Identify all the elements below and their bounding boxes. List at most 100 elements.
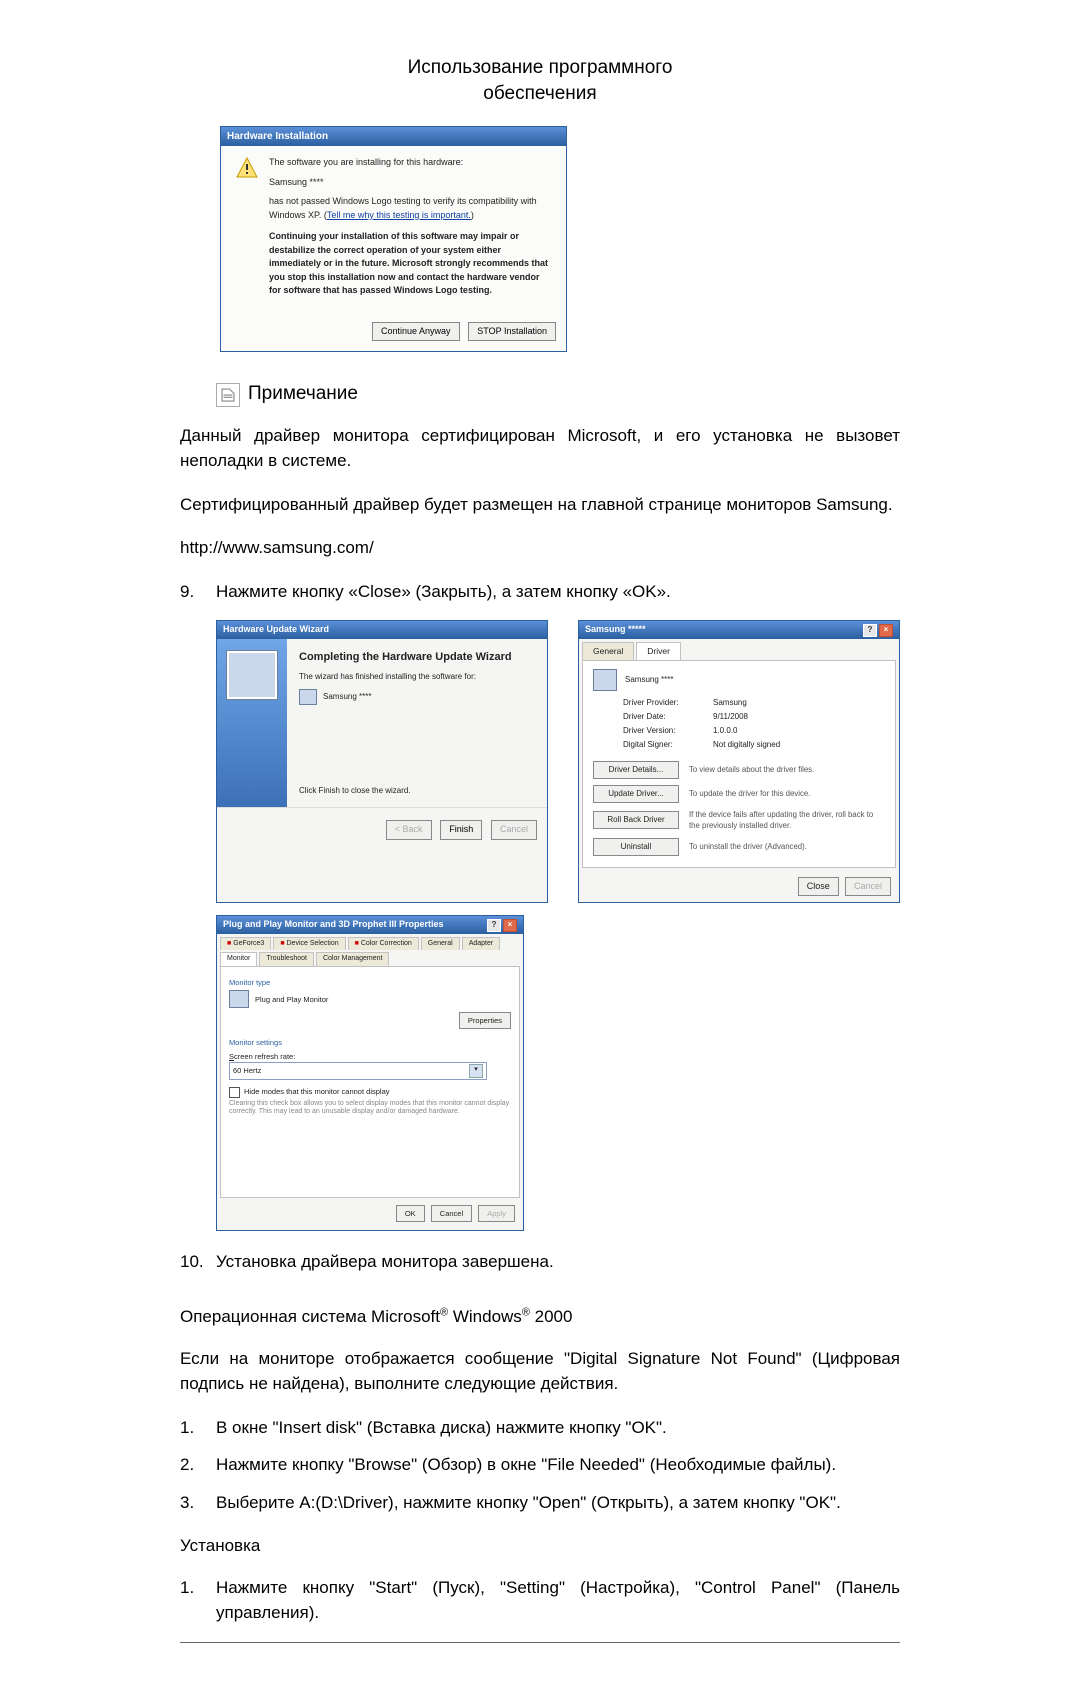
monitor-icon — [593, 669, 617, 691]
step-9-num: 9. — [180, 579, 216, 605]
monprops-tabs: ■ GeForce3 ■ Device Selection ■ Color Co… — [217, 934, 523, 966]
cancel-button[interactable]: Cancel — [431, 1205, 472, 1222]
w2k-step-2-text: Нажмите кнопку "Browse" (Обзор) в окне "… — [216, 1452, 900, 1478]
row-details: Driver Details... To view details about … — [593, 761, 885, 779]
hide-modes-checkbox-row: Hide modes that this monitor cannot disp… — [229, 1086, 511, 1098]
monitor-type-value: Plug and Play Monitor — [255, 994, 328, 1005]
props-kv-block: Driver Provider:Samsung Driver Date:9/11… — [623, 697, 885, 751]
tab-device-selection[interactable]: ■ Device Selection — [273, 937, 345, 951]
hide-modes-checkbox[interactable] — [229, 1087, 240, 1098]
row-rollback: Roll Back Driver If the device fails aft… — [593, 809, 885, 832]
tab-color-management[interactable]: Color Management — [316, 952, 390, 966]
wizard-line-2: Click Finish to close the wizard. — [299, 785, 535, 797]
dlg-line-compat: has not passed Windows Logo testing to v… — [269, 195, 552, 222]
ok-button[interactable]: OK — [396, 1205, 425, 1222]
driver-properties-dialog: Samsung ***** ? × General Driver Samsung… — [578, 620, 900, 903]
props-cancel-button: Cancel — [845, 877, 891, 897]
rollback-driver-desc: If the device fails after updating the d… — [689, 809, 885, 832]
driver-details-button[interactable]: Driver Details... — [593, 761, 679, 779]
monitor-icon — [299, 689, 317, 705]
continue-anyway-button[interactable]: Continue Anyway — [372, 322, 460, 342]
step-10-text: Установка драйвера монитора завершена. — [216, 1249, 900, 1275]
props-device-header: Samsung **** — [593, 669, 885, 691]
dlg-line-1: The software you are installing for this… — [269, 156, 552, 170]
refresh-rate-value: 60 Hertz — [233, 1065, 261, 1076]
install-steps: 1. Нажмите кнопку "Start" (Пуск), "Setti… — [180, 1575, 900, 1626]
wizard-main: Completing the Hardware Update Wizard Th… — [287, 639, 547, 808]
tab-driver[interactable]: Driver — [636, 642, 681, 660]
tab-general[interactable]: General — [582, 642, 634, 660]
tab-adapter[interactable]: Adapter — [462, 937, 501, 951]
close-icon[interactable]: × — [879, 624, 893, 637]
tab-geforce3[interactable]: ■ GeForce3 — [220, 937, 271, 951]
kv-date: Driver Date:9/11/2008 — [623, 711, 885, 723]
w2k-step-2: 2. Нажмите кнопку "Browse" (Обзор) в окн… — [180, 1452, 900, 1478]
wizard-titlebar: Hardware Update Wizard — [217, 621, 547, 639]
stop-installation-button[interactable]: STOP Installation — [468, 322, 556, 342]
row-uninstall: Uninstall To uninstall the driver (Advan… — [593, 838, 885, 856]
monitor-type-label: Monitor type — [229, 977, 511, 988]
dialog-titlebar: Hardware Installation — [221, 127, 566, 146]
props-title-text: Samsung ***** — [585, 623, 646, 637]
reg-mark-2: ® — [522, 1307, 530, 1319]
props-bottom-buttons: Close Cancel — [579, 871, 899, 903]
help-button[interactable]: ? — [863, 624, 877, 637]
step-10: 10. Установка драйвера монитора завершен… — [180, 1249, 900, 1275]
tell-me-why-link[interactable]: Tell me why this testing is important. — [327, 210, 471, 220]
props-tabs: General Driver — [579, 642, 899, 660]
close-icon[interactable]: × — [503, 919, 517, 932]
kv-version: Driver Version:1.0.0.0 — [623, 725, 885, 737]
monitor-type-row: Plug and Play Monitor — [229, 990, 511, 1008]
note-header: Примечание — [216, 380, 900, 409]
help-button[interactable]: ? — [487, 919, 501, 932]
rollback-driver-button[interactable]: Roll Back Driver — [593, 811, 679, 829]
install-step-1-num: 1. — [180, 1575, 216, 1626]
monprops-title-text: Plug and Play Monitor and 3D Prophet III… — [223, 918, 444, 932]
update-driver-button[interactable]: Update Driver... — [593, 785, 679, 803]
monprops-panel: Monitor type Plug and Play Monitor Prope… — [220, 966, 520, 1198]
monitor-icon — [229, 990, 249, 1008]
apply-button: Apply — [478, 1205, 515, 1222]
tab-color-correction[interactable]: ■ Color Correction — [348, 937, 419, 951]
props-titlebar: Samsung ***** ? × — [579, 621, 899, 639]
monitor-properties-button[interactable]: Properties — [459, 1012, 511, 1029]
props-close-button[interactable]: Close — [798, 877, 839, 897]
tab-troubleshoot[interactable]: Troubleshoot — [259, 952, 314, 966]
win2000-steps: 1. В окне "Insert disk" (Вставка диска) … — [180, 1415, 900, 1516]
update-driver-desc: To update the driver for this device. — [689, 788, 885, 800]
wizard-cancel-button: Cancel — [491, 820, 537, 840]
dialog-body: The software you are installing for this… — [221, 146, 566, 310]
props-device-name: Samsung **** — [625, 674, 673, 686]
tab-monitor[interactable]: Monitor — [220, 952, 257, 966]
window-controls: ? × — [863, 624, 893, 637]
refresh-rate-label: Screen refresh rate: — [229, 1051, 511, 1062]
step-list-10: 10. Установка драйвера монитора завершен… — [180, 1249, 900, 1275]
note-paragraph-1: Данный драйвер монитора сертифицирован M… — [180, 423, 900, 474]
footer-rule — [180, 1642, 900, 1643]
uninstall-desc: To uninstall the driver (Advanced). — [689, 841, 885, 853]
screenshots-row: Hardware Update Wizard Completing the Ha… — [216, 620, 900, 903]
wizard-device-row: Samsung **** — [299, 689, 535, 705]
step-9: 9. Нажмите кнопку «Close» (Закрыть), а з… — [180, 579, 900, 605]
os-heading-c: 2000 — [530, 1307, 573, 1326]
dlg-line-device: Samsung **** — [269, 176, 552, 190]
wizard-finish-button[interactable]: Finish — [440, 820, 482, 840]
wizard-line-1: The wizard has finished installing the s… — [299, 671, 535, 683]
note-icon — [216, 383, 240, 407]
display-properties-dialog: Plug and Play Monitor and 3D Prophet III… — [216, 915, 524, 1231]
hide-modes-label: Hide modes that this monitor cannot disp… — [244, 1086, 390, 1097]
refresh-rate-select[interactable]: 60 Hertz ▾ — [229, 1062, 487, 1080]
chevron-down-icon[interactable]: ▾ — [469, 1064, 483, 1078]
hide-modes-description: Clearing this check box allows you to se… — [229, 1100, 511, 1117]
w2k-step-2-num: 2. — [180, 1452, 216, 1478]
os-heading-b: Windows — [448, 1307, 522, 1326]
uninstall-button[interactable]: Uninstall — [593, 838, 679, 856]
wizard-buttons: < Back Finish Cancel — [217, 807, 547, 850]
dialog-buttons: Continue Anyway STOP Installation — [221, 310, 566, 352]
hardware-installation-dialog: Hardware Installation The software you a… — [220, 126, 567, 352]
wizard-device-name: Samsung **** — [323, 691, 371, 703]
step-10-num: 10. — [180, 1249, 216, 1275]
tab-general-2[interactable]: General — [421, 937, 460, 951]
dialog-text: The software you are installing for this… — [269, 156, 552, 298]
os-heading: Операционная система Microsoft® Windows®… — [180, 1304, 900, 1330]
